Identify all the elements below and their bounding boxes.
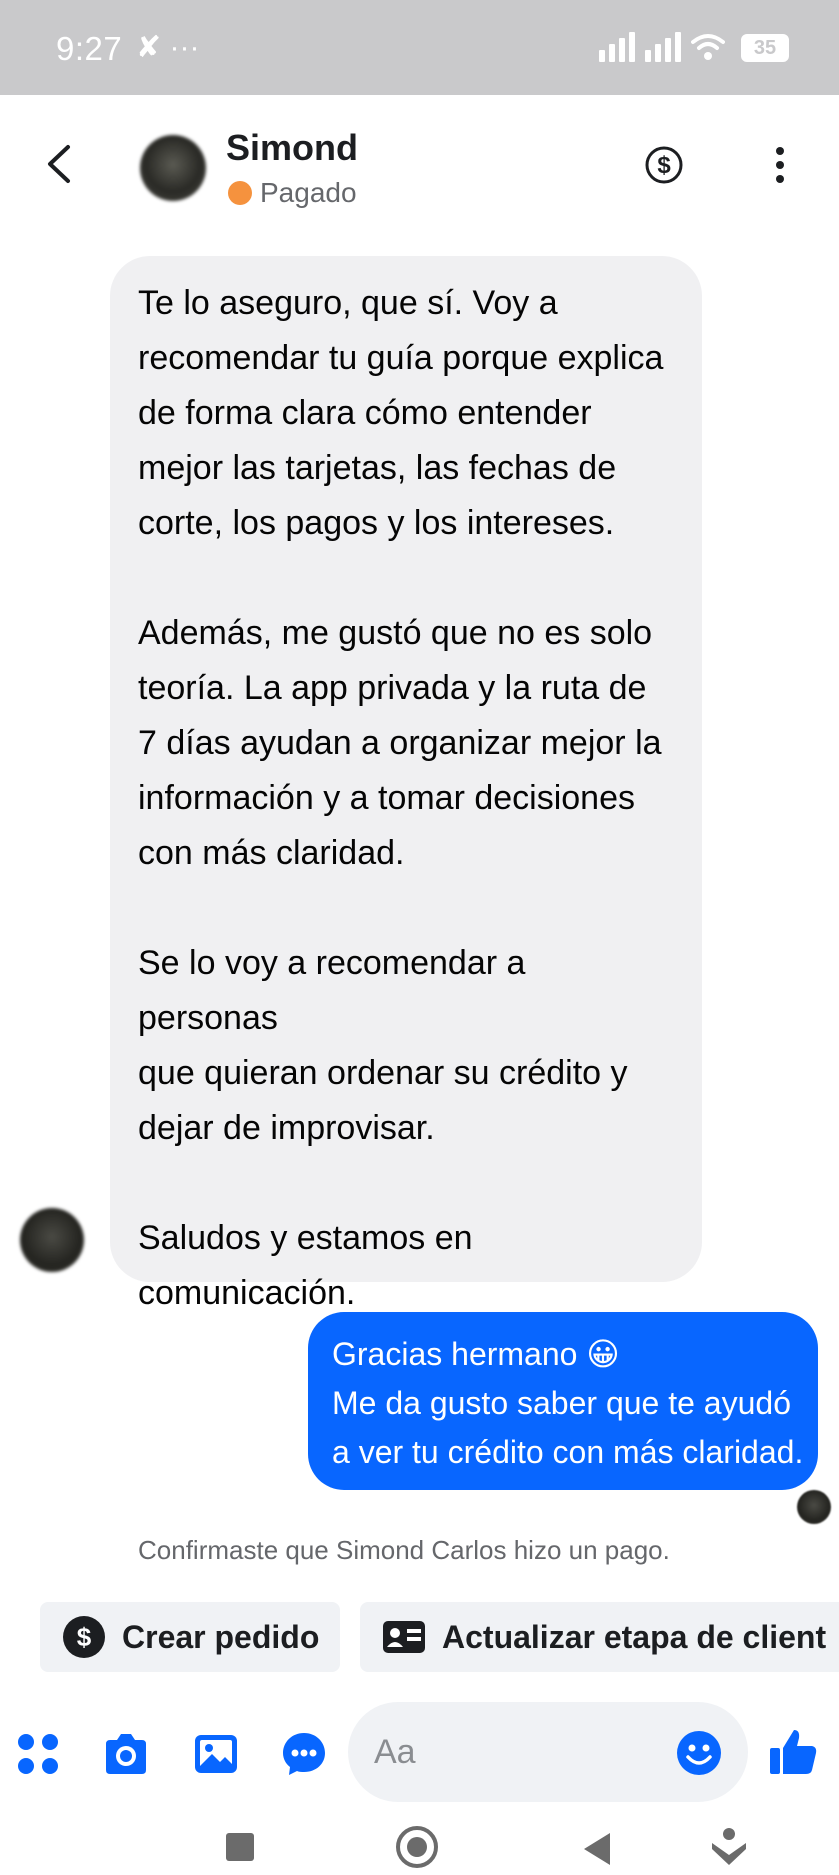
- chat-bubble-icon[interactable]: [280, 1730, 328, 1778]
- dollar-circle-icon[interactable]: $: [644, 145, 684, 185]
- quick-actions-bar: $ Crear pedido Actualizar etapa de clien…: [40, 1602, 839, 1676]
- dollar-circle-icon: $: [63, 1616, 105, 1658]
- more-vertical-icon[interactable]: [765, 145, 795, 185]
- sender-avatar[interactable]: [20, 1208, 84, 1272]
- message-composer: [0, 1700, 839, 1810]
- home-icon[interactable]: [395, 1825, 439, 1869]
- message-paragraph: Se lo voy a recomendar a personas que qu…: [138, 944, 628, 1147]
- status-icons: 35: [599, 32, 789, 62]
- gallery-icon[interactable]: [192, 1730, 240, 1778]
- notification-icons: ✘ ···: [136, 31, 200, 64]
- message-line: Me da gusto saber que te ayudó: [332, 1385, 791, 1421]
- contact-card-icon: [383, 1621, 425, 1653]
- signal-icon: [645, 32, 681, 62]
- status-label: Pagado: [260, 177, 357, 208]
- smiley-icon[interactable]: [676, 1730, 722, 1776]
- message-line: Gracias hermano 😀: [332, 1336, 620, 1372]
- contact-name[interactable]: Simond: [226, 127, 358, 169]
- update-client-stage-button[interactable]: Actualizar etapa de client: [360, 1602, 839, 1672]
- signal-icon: [599, 32, 635, 62]
- wifi-icon: [691, 34, 725, 60]
- message-paragraph: Saludos y estamos en comunicación.: [138, 1219, 473, 1312]
- apps-grid-icon[interactable]: [14, 1730, 62, 1778]
- update-client-stage-label: Actualizar etapa de client: [442, 1618, 827, 1655]
- read-receipt-avatar: [797, 1490, 831, 1524]
- svg-text:$: $: [77, 1622, 92, 1652]
- payment-confirmation-note: Confirmaste que Simond Carlos hizo un pa…: [138, 1535, 670, 1565]
- camera-icon[interactable]: [102, 1730, 150, 1778]
- back-icon[interactable]: [580, 1831, 614, 1867]
- status-bar: 9:27 ✘ ··· 35: [0, 0, 839, 95]
- message-line: a ver tu crédito con más claridad.: [332, 1434, 804, 1470]
- avatar[interactable]: [140, 135, 206, 201]
- message-paragraph: Además, me gustó que no es solo teoría. …: [138, 614, 662, 872]
- outgoing-message[interactable]: Gracias hermano 😀 Me da gusto saber que …: [308, 1312, 818, 1490]
- chat-header: Simond Pagado $: [0, 95, 839, 235]
- message-paragraph: Te lo aseguro, que sí. Voy a recomendar …: [138, 284, 664, 542]
- assistant-icon[interactable]: [710, 1827, 748, 1867]
- back-arrow-icon[interactable]: [40, 141, 80, 187]
- create-order-button[interactable]: $ Crear pedido: [40, 1602, 340, 1672]
- status-dot-icon: [228, 181, 252, 205]
- create-order-label: Crear pedido: [122, 1618, 320, 1655]
- battery-icon: 35: [741, 34, 789, 62]
- status-time: 9:27: [56, 30, 123, 67]
- incoming-message[interactable]: Te lo aseguro, que sí. Voy a recomendar …: [110, 256, 702, 1312]
- system-nav-bar: [0, 1815, 839, 1875]
- svg-text:$: $: [657, 152, 671, 179]
- thumbs-up-icon[interactable]: [768, 1726, 818, 1776]
- recent-apps-icon[interactable]: [224, 1831, 256, 1863]
- contact-status: Pagado: [228, 177, 357, 209]
